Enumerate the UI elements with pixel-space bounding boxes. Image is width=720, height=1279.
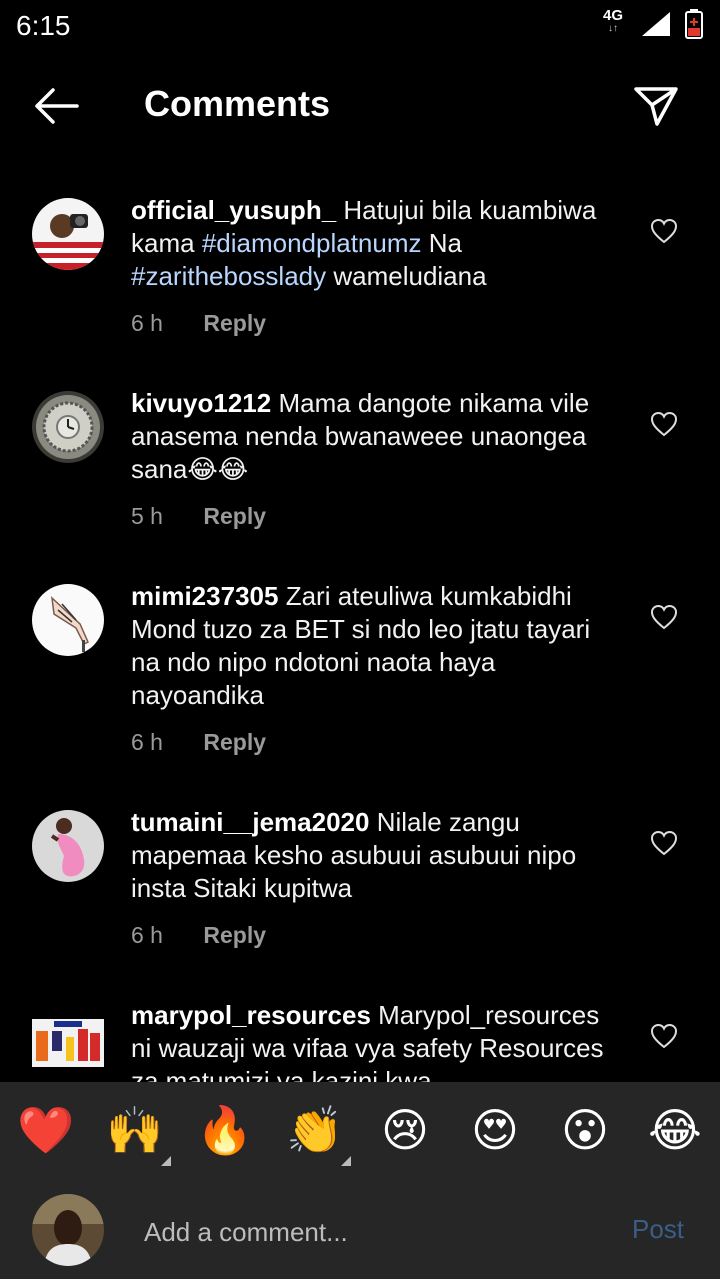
avatar[interactable] <box>32 810 104 882</box>
comment-text-part: wameludiana <box>333 261 487 291</box>
emoji-surprised-face[interactable]: 😮 <box>555 1100 615 1160</box>
comment-item: marypol_resources Marypol_resources ni w… <box>0 975 720 1082</box>
reply-button[interactable]: Reply <box>203 729 266 755</box>
comment-time: 5 h <box>131 503 163 529</box>
back-button[interactable] <box>28 82 84 130</box>
avatar[interactable] <box>32 391 104 463</box>
comment-body: official_yusuph_ Hatujui bila kuambiwa k… <box>131 194 621 339</box>
comment-meta: 6 h Reply <box>131 307 621 339</box>
status-bar: 6:15 4G ↓↑ <box>0 0 720 50</box>
heart-icon[interactable] <box>650 604 678 630</box>
emoji-fire[interactable]: 🔥 <box>195 1100 255 1160</box>
network-indicator: 4G ↓↑ <box>600 8 626 34</box>
comment-body: mimi237305 Zari ateuliwa kumkabidhi Mond… <box>131 580 621 758</box>
comment-body: kivuyo1212 Mama dangote nikama vile anas… <box>131 387 621 532</box>
skin-tone-indicator-icon <box>161 1156 171 1166</box>
reaction-bar: ❤️ 🙌 🔥 👏 😢 😍 😮 😂 <box>0 1100 720 1170</box>
send-icon <box>634 87 678 126</box>
comment-username[interactable]: official_yusuph_ <box>131 195 336 225</box>
comments-list[interactable]: official_yusuph_ Hatujui bila kuambiwa k… <box>0 170 720 1082</box>
comment-text: marypol_resources Marypol_resources ni w… <box>131 999 621 1082</box>
comment-time: 6 h <box>131 310 163 336</box>
comment-username[interactable]: marypol_resources <box>131 1000 371 1030</box>
comment-text-part: Na <box>428 228 462 258</box>
comment-item: official_yusuph_ Hatujui bila kuambiwa k… <box>0 170 720 360</box>
hashtag-link[interactable]: #diamondplatnumz <box>202 228 422 258</box>
reply-button[interactable]: Reply <box>203 310 266 336</box>
avatar[interactable] <box>32 198 104 270</box>
comment-input[interactable] <box>144 1210 604 1254</box>
heart-icon[interactable] <box>650 218 678 244</box>
comment-text: official_yusuph_ Hatujui bila kuambiwa k… <box>131 194 621 293</box>
comment-time: 6 h <box>131 922 163 948</box>
skin-tone-indicator-icon <box>341 1156 351 1166</box>
heart-icon[interactable] <box>650 411 678 437</box>
comment-text: mimi237305 Zari ateuliwa kumkabidhi Mond… <box>131 580 621 712</box>
back-arrow-icon <box>35 88 79 124</box>
reply-button[interactable]: Reply <box>203 922 266 948</box>
data-arrows-icon: ↓↑ <box>608 23 618 34</box>
comment-meta: 6 h Reply <box>131 919 621 951</box>
hashtag-link[interactable]: #zarithebosslady <box>131 261 326 291</box>
post-button[interactable]: Post <box>632 1214 684 1245</box>
emoji-clapping-hands[interactable]: 👏 <box>285 1100 345 1160</box>
emoji-heart-eyes[interactable]: 😍 <box>465 1100 525 1160</box>
avatar[interactable] <box>32 1019 104 1067</box>
comment-text: tumaini__jema2020 Nilale zangu mapemaa k… <box>131 806 621 905</box>
signal-icon <box>642 12 670 36</box>
heart-icon[interactable] <box>650 1023 678 1049</box>
comment-time: 6 h <box>131 729 163 755</box>
reply-button[interactable]: Reply <box>203 503 266 529</box>
comment-meta: 5 h Reply <box>131 500 621 532</box>
comment-body: tumaini__jema2020 Nilale zangu mapemaa k… <box>131 806 621 951</box>
battery-icon <box>685 9 703 39</box>
comment-body: marypol_resources Marypol_resources ni w… <box>131 999 621 1082</box>
comment-text: kivuyo1212 Mama dangote nikama vile anas… <box>131 387 621 486</box>
top-bar: Comments <box>0 60 720 150</box>
emoji-tears-of-joy[interactable]: 😂 <box>645 1100 705 1160</box>
share-button[interactable] <box>628 80 684 132</box>
comment-username[interactable]: mimi237305 <box>131 581 278 611</box>
comment-item: tumaini__jema2020 Nilale zangu mapemaa k… <box>0 782 720 972</box>
current-user-avatar <box>32 1194 104 1266</box>
comment-username[interactable]: tumaini__jema2020 <box>131 807 369 837</box>
heart-icon[interactable] <box>650 830 678 856</box>
page-title: Comments <box>144 83 331 124</box>
emoji-raising-hands[interactable]: 🙌 <box>105 1100 165 1160</box>
status-time: 6:15 <box>16 10 71 41</box>
bottom-panel: ❤️ 🙌 🔥 👏 😢 😍 😮 😂 Post <box>0 1082 720 1279</box>
emoji-red-heart[interactable]: ❤️ <box>16 1100 76 1160</box>
network-type: 4G <box>602 7 623 24</box>
comment-meta: 6 h Reply <box>131 726 621 758</box>
emoji-crying-face[interactable]: 😢 <box>375 1100 435 1160</box>
comment-item: mimi237305 Zari ateuliwa kumkabidhi Mond… <box>0 556 720 780</box>
avatar[interactable] <box>32 584 104 656</box>
comment-item: kivuyo1212 Mama dangote nikama vile anas… <box>0 363 720 553</box>
comment-username[interactable]: kivuyo1212 <box>131 388 271 418</box>
